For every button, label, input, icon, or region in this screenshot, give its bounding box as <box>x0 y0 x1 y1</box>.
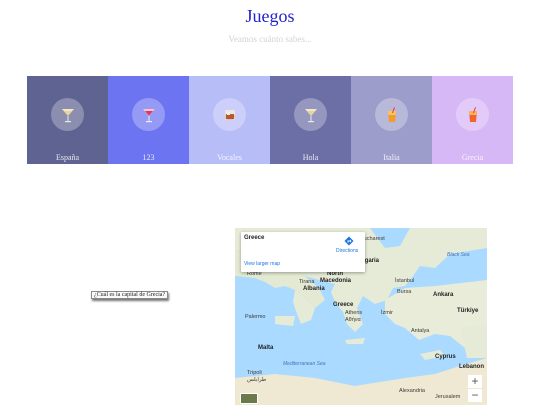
tile-hola[interactable]: Hola <box>270 76 351 164</box>
zoom-out-button[interactable]: − <box>468 389 482 402</box>
map-label-albania: Albania <box>303 286 325 292</box>
map-label-palermo: Palermo <box>245 314 266 320</box>
martini-glass-icon <box>51 98 84 131</box>
map-label-mediterranean: Mediterranean Sea <box>283 361 326 367</box>
whiskey-glass-icon <box>213 98 246 131</box>
map-label-istanbul: İstanbul <box>395 278 415 284</box>
question-button[interactable]: ¿Cuál es la capital de Grecia? <box>91 291 169 299</box>
tile-italia[interactable]: Italia <box>351 76 432 164</box>
tile-label: Hola <box>302 153 319 162</box>
cocktail-glass-icon <box>132 98 165 131</box>
map-label-athens-greek: Αθήνα <box>345 317 361 323</box>
map-label-tirana: Tirana <box>299 279 315 285</box>
map-place-name: Greece <box>244 235 265 241</box>
map-label-macedonia: Macedonia <box>320 278 352 284</box>
map-place-card: Greece Directions View larger map <box>241 232 365 272</box>
map-embed[interactable]: Bucharest Bulgaria Black Sea Rome North … <box>235 228 487 405</box>
tropical-drink-icon <box>375 98 408 131</box>
satellite-toggle[interactable] <box>240 393 258 404</box>
page-title: Juegos <box>245 6 295 26</box>
map-label-greece: Greece <box>333 302 354 308</box>
view-larger-map-link[interactable]: View larger map <box>244 261 280 267</box>
tile-label: Italia <box>383 153 400 162</box>
tile-123[interactable]: 123 <box>108 76 189 164</box>
map-label-athens: Athens <box>345 310 363 316</box>
tile-label: 123 <box>142 153 155 162</box>
directions-icon[interactable] <box>344 236 354 246</box>
map-label-cyprus: Cyprus <box>435 354 456 360</box>
tile-label: Grecia <box>461 153 484 162</box>
directions-link[interactable]: Directions <box>336 248 358 254</box>
tile-grecia[interactable]: Grecia <box>432 76 513 164</box>
tile-vocales[interactable]: Vocales <box>189 76 270 164</box>
page-subtitle: Veamos cuánto sabes... <box>228 34 312 44</box>
tropical-drink-icon <box>456 98 489 131</box>
martini-glass-icon <box>294 98 327 131</box>
map-label-bursa: Bursa <box>397 289 412 295</box>
game-tiles: España 123 Vocales Hola Italia Grecia <box>27 76 513 164</box>
map-label-jerusalem: Jerusalem <box>435 394 461 400</box>
map-label-black-sea: Black Sea <box>447 252 470 258</box>
zoom-in-button[interactable]: + <box>468 375 482 388</box>
map-label-izmir: İzmir <box>381 310 393 316</box>
map-label-tripoli-arabic: طرابلس <box>247 377 267 383</box>
map-label-tripoli: Tripoli <box>247 370 262 376</box>
tile-label: Vocales <box>217 153 242 162</box>
map-label-turkiye: Türkiye <box>457 308 479 314</box>
map-label-ankara: Ankara <box>433 292 454 298</box>
map-label-antalya: Antalya <box>411 328 430 334</box>
tile-label: España <box>55 153 80 162</box>
map-label-malta: Malta <box>258 345 274 351</box>
map-label-alexandria: Alexandria <box>399 388 425 394</box>
map-label-lebanon: Lebanon <box>459 364 484 370</box>
tile-espana[interactable]: España <box>27 76 108 164</box>
